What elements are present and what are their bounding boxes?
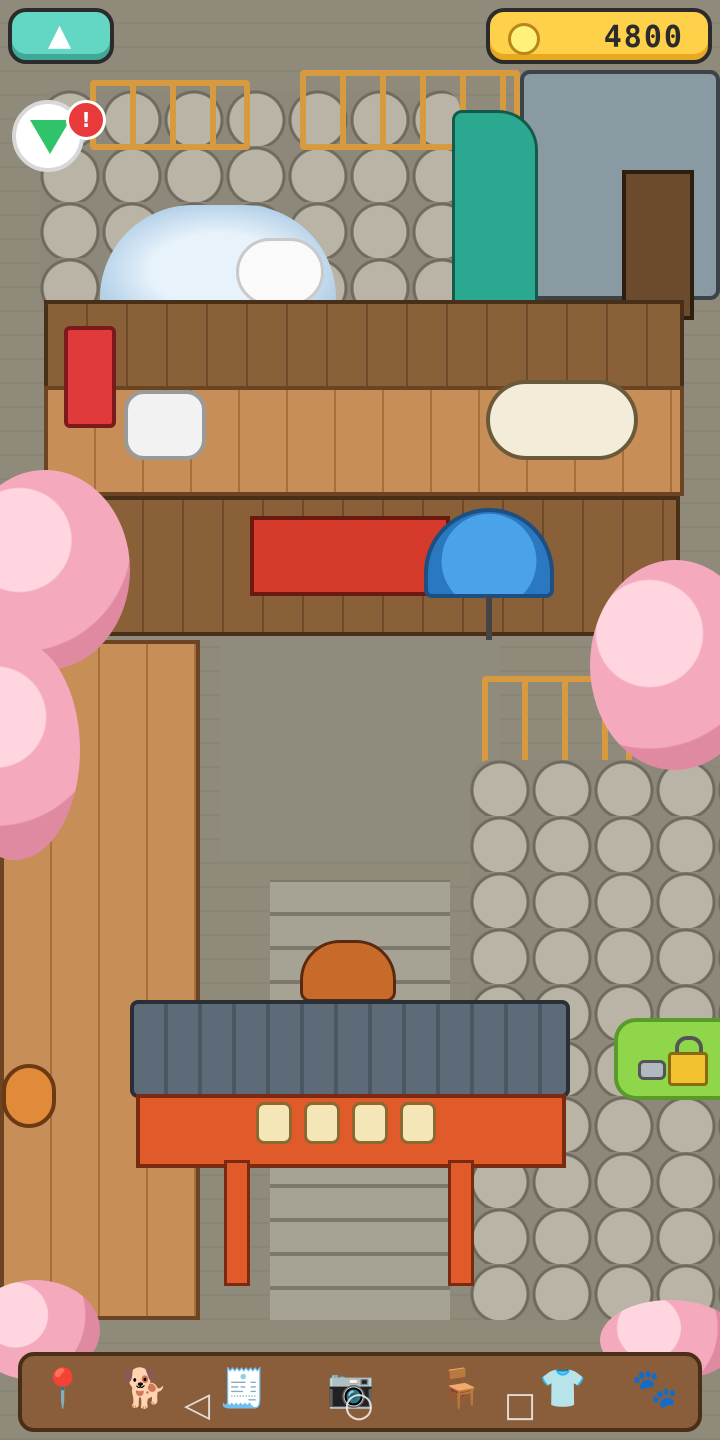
game-scene[interactable] [0, 0, 720, 1440]
dog-button[interactable]: 🐕 [112, 1352, 178, 1424]
outfit-button[interactable]: 👕 [530, 1352, 596, 1424]
lantern [256, 1102, 292, 1144]
lock-icon [668, 1052, 708, 1086]
notification-badge: ! [66, 100, 106, 140]
bath-tub[interactable] [486, 380, 638, 460]
food-stall[interactable] [250, 516, 450, 596]
food-bowl[interactable] [124, 390, 206, 460]
gem-icon [30, 120, 70, 154]
coin-counter: 4800 [486, 8, 712, 64]
nav-back-button[interactable]: ◁ [184, 1385, 210, 1425]
nav-home-button[interactable]: ○ [344, 1385, 374, 1425]
torii-gate-beam [136, 1094, 566, 1168]
paw-icon: 🐾 [631, 1365, 679, 1410]
tree-stump [2, 1064, 56, 1128]
map-pin-button[interactable]: 📍 [30, 1352, 96, 1424]
key-icon [638, 1060, 666, 1080]
locked-area-button[interactable] [614, 1018, 720, 1100]
nav-recents-button[interactable]: □ [504, 1385, 536, 1425]
furniture-button[interactable]: 🪑 [428, 1352, 494, 1424]
coin-value: 4800 [603, 20, 684, 55]
panda-character[interactable] [236, 238, 324, 306]
lantern [400, 1102, 436, 1144]
torii-post-right [448, 1160, 474, 1286]
cash-register-icon: 🧾 [219, 1365, 267, 1410]
lantern [352, 1102, 388, 1144]
pets-button[interactable]: 🐾 [622, 1352, 688, 1424]
register-button[interactable]: 🧾 [210, 1352, 276, 1424]
upper-left-fence [90, 80, 250, 150]
teal-curtain [452, 110, 538, 306]
menu-button[interactable]: ▲ [8, 8, 114, 64]
torii-gate-roof [130, 1000, 570, 1098]
cat-head-icon: ▲ [48, 18, 72, 53]
dog-face-icon: 🐕 [121, 1365, 169, 1410]
shirt-icon: 👕 [539, 1365, 587, 1410]
map-pin-icon: 📍 [39, 1365, 87, 1410]
coin-icon [508, 23, 540, 55]
armchair-icon: 🪑 [437, 1365, 485, 1410]
shiba-dog-character[interactable] [300, 940, 396, 1002]
courtyard [220, 640, 500, 860]
upper-deck-wall [44, 300, 684, 390]
torii-post-left [224, 1160, 250, 1286]
shop-sign [622, 170, 694, 320]
lantern [304, 1102, 340, 1144]
vending-fridge[interactable] [64, 326, 116, 428]
